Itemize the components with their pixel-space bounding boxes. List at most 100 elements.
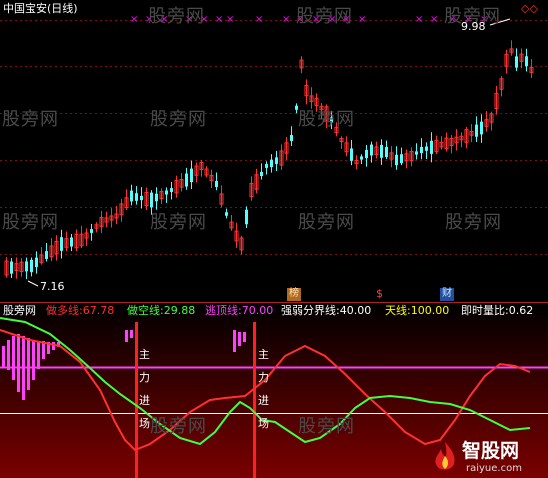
candle-body bbox=[430, 140, 433, 154]
candle-body bbox=[420, 146, 423, 154]
tag-finance[interactable]: 财 bbox=[440, 288, 454, 301]
candle-body bbox=[190, 168, 193, 183]
volume-bar bbox=[125, 330, 128, 342]
volume-bar bbox=[17, 334, 20, 392]
bull-line-label: 做多线:67.78 bbox=[46, 304, 115, 317]
candle-body bbox=[170, 188, 173, 192]
watermark: 股旁网 bbox=[445, 212, 502, 233]
x-marker: × bbox=[215, 14, 223, 25]
low-pointer bbox=[27, 280, 39, 287]
candle-body bbox=[525, 56, 528, 67]
chart-canvas[interactable]: × × × × × × × × × × × × × × × × × × × bbox=[0, 0, 548, 478]
chart-title: 中国宝安(日线) bbox=[3, 2, 78, 15]
x-marker: × bbox=[358, 14, 366, 25]
volume-bar bbox=[27, 338, 30, 390]
candle-body bbox=[10, 261, 13, 274]
watermark: 股旁网 bbox=[298, 109, 355, 130]
entry-signal-char: 力 bbox=[139, 371, 150, 384]
flame-icon bbox=[435, 442, 455, 470]
candle-body bbox=[370, 144, 373, 156]
candle-body bbox=[45, 251, 48, 259]
candle-body bbox=[25, 261, 28, 272]
entry-signal-char: 主 bbox=[258, 348, 269, 361]
candle-body bbox=[150, 192, 153, 208]
diamond-icon[interactable]: ◇◇ bbox=[521, 3, 538, 15]
volume-ratio-label: 即时量比:0.62 bbox=[461, 304, 534, 317]
logo-text: 智股网 bbox=[462, 440, 520, 462]
volume-bar bbox=[130, 330, 133, 338]
volume-bar bbox=[32, 340, 35, 380]
candle-body bbox=[60, 237, 63, 251]
candle-body bbox=[290, 135, 293, 141]
candle-body bbox=[130, 190, 133, 202]
volume-bar bbox=[238, 332, 241, 346]
candle-body bbox=[385, 146, 388, 158]
candle-body bbox=[380, 144, 383, 158]
candle-body bbox=[155, 193, 158, 202]
sky-line-label: 天线:100.00 bbox=[385, 304, 450, 317]
low-price-label: 7.16 bbox=[40, 280, 65, 293]
candle-body bbox=[225, 212, 228, 216]
x-marker: × bbox=[415, 14, 423, 25]
candle-body bbox=[135, 193, 138, 201]
high-price-label: 9.98 bbox=[461, 20, 486, 33]
candle-body bbox=[215, 181, 218, 187]
candle-body bbox=[350, 148, 353, 161]
candle-body bbox=[395, 154, 398, 166]
candle-body bbox=[415, 151, 418, 155]
candle-body bbox=[480, 121, 483, 135]
entry-signal-bar bbox=[135, 322, 138, 478]
entry-signal-char: 场 bbox=[258, 417, 269, 430]
watermark: 股旁网 bbox=[150, 212, 207, 233]
entry-signal-char: 进 bbox=[139, 394, 150, 407]
site-logo: 智股网 raiyue.com bbox=[430, 438, 546, 476]
watermark: 股旁网 bbox=[2, 212, 59, 233]
volume-bar bbox=[243, 332, 246, 342]
tag-badge[interactable]: 榜 bbox=[287, 288, 301, 301]
entry-signal-char: 场 bbox=[139, 417, 150, 430]
candle-body bbox=[35, 257, 38, 268]
candle-body bbox=[425, 146, 428, 151]
watermark: 股旁网 bbox=[296, 6, 353, 27]
candle-body bbox=[90, 229, 93, 233]
watermark: 股旁网 bbox=[150, 109, 207, 130]
x-marker: × bbox=[130, 14, 138, 25]
candle-body bbox=[400, 154, 403, 164]
stock-chart-window: × × × × × × × × × × × × × × × × × × × 股旁网 股旁网 股旁网 股旁网 股旁网 … bbox=[0, 0, 548, 478]
candle-body bbox=[365, 149, 368, 159]
entry-signal-char: 进 bbox=[258, 394, 269, 407]
tag-dollar[interactable]: $ bbox=[376, 288, 383, 300]
bear-line-label: 做空线:29.88 bbox=[127, 304, 196, 317]
entry-signal-bar bbox=[253, 322, 256, 478]
candle-body bbox=[360, 156, 363, 160]
x-marker: × bbox=[282, 14, 290, 25]
candle-body bbox=[515, 56, 518, 68]
volume-bar bbox=[52, 342, 55, 350]
x-marker: × bbox=[255, 14, 263, 25]
candle-body bbox=[475, 124, 478, 137]
entry-signal-char: 主 bbox=[139, 348, 150, 361]
candle-body bbox=[140, 195, 143, 201]
volume-bar bbox=[7, 340, 10, 370]
watermark: 股旁网 bbox=[148, 6, 205, 27]
candle-body bbox=[185, 173, 188, 187]
volume-bar bbox=[233, 330, 236, 352]
watermark: 股旁网 bbox=[2, 109, 59, 130]
watermark: 股旁网 bbox=[298, 212, 355, 233]
watermark: 股旁网 bbox=[298, 416, 355, 437]
volume-bar bbox=[37, 341, 40, 369]
candle-body bbox=[275, 157, 278, 164]
candle-body bbox=[260, 171, 263, 177]
candle-body bbox=[265, 164, 268, 168]
candle-body bbox=[70, 237, 73, 247]
entry-signal-char: 力 bbox=[258, 371, 269, 384]
x-marker: × bbox=[226, 14, 234, 25]
zone-line-label: 强弱分界线:40.00 bbox=[281, 304, 372, 317]
watermark: 股旁网 bbox=[150, 416, 207, 437]
x-marker: × bbox=[430, 14, 438, 25]
candle-body bbox=[165, 190, 168, 195]
volume-bar bbox=[12, 336, 15, 380]
top-line-label: 逃顶线:70.00 bbox=[205, 304, 274, 317]
indicator-name: 股旁网 bbox=[3, 304, 36, 317]
candle-body bbox=[245, 209, 248, 225]
